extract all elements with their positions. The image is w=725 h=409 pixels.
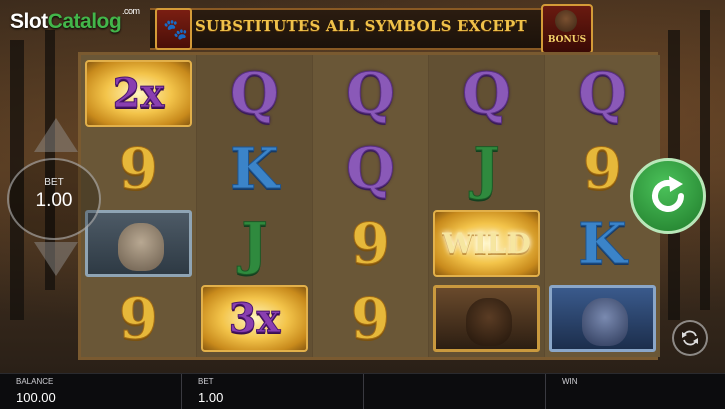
bet-label: BET: [44, 177, 64, 188]
spin-button[interactable]: [630, 158, 706, 234]
autoplay-button[interactable]: [672, 320, 708, 356]
empty-field: [364, 374, 546, 409]
win-field: WIN: [546, 374, 725, 409]
symbol-label: Q: [346, 135, 396, 202]
bottom-bet-label: BET: [198, 377, 214, 386]
symbol-card: 9: [313, 206, 428, 281]
symbol-card: Q: [313, 131, 428, 206]
symbol-card: Q: [197, 56, 312, 131]
symbol-label: WILD: [442, 227, 531, 260]
symbol-label: Q: [346, 60, 396, 127]
bear-head-icon: [466, 298, 512, 346]
bottom-bet-value: 1.00: [198, 390, 224, 405]
reel-3: QQ 9 9: [313, 55, 428, 357]
symbol-label: K: [578, 210, 628, 277]
bonus-symbol-icon: BONUS: [541, 4, 593, 54]
balance-value: 100.00: [16, 390, 56, 405]
bet-selector[interactable]: BET 1.00: [7, 158, 101, 240]
symbol-label: 3x: [228, 295, 281, 343]
symbol-label: 9: [119, 135, 159, 202]
symbol-wolf: [545, 281, 660, 356]
symbol-card: Q: [545, 56, 660, 131]
symbol-label: 9: [119, 285, 159, 352]
symbol-multiplier: 2x: [81, 56, 196, 131]
wolf-icon: [549, 285, 656, 352]
spin-arrow-icon: [652, 176, 684, 212]
reel-4: Q J WILD: [429, 55, 544, 357]
watermark-logo: SlotCatalog .com: [10, 6, 140, 33]
symbol-label: K: [230, 135, 280, 202]
bonus-label: BONUS: [547, 35, 587, 45]
paw-icon: 🐾: [155, 8, 192, 50]
bet-field: BET 1.00: [182, 374, 364, 409]
bet-increase-arrow-icon[interactable]: [34, 118, 78, 152]
bottom-status-bar: BALANCE 100.00 BET 1.00 WIN: [0, 373, 725, 409]
bear-icon: [433, 285, 540, 352]
tree-trunk: [700, 10, 710, 310]
wolf-head-icon: [582, 298, 628, 346]
bet-decrease-arrow-icon[interactable]: [34, 242, 78, 276]
symbol-multiplier: 3x: [197, 281, 312, 356]
balance-field: BALANCE 100.00: [0, 374, 182, 409]
symbol-label: Q: [578, 60, 628, 127]
symbol-label: 9: [351, 285, 391, 352]
symbol-bear: [429, 281, 544, 356]
symbol-card: 9: [81, 281, 196, 356]
lynx-head-icon: [118, 223, 164, 271]
reel-2: Q K J 3x: [197, 55, 312, 357]
symbol-label: 2x: [112, 70, 165, 118]
bear-icon: [555, 10, 577, 32]
balance-label: BALANCE: [16, 377, 54, 386]
banner-text: SUBSTITUTES ALL SYMBOLS EXCEPT: [195, 17, 527, 35]
symbol-label: Q: [230, 60, 280, 127]
symbol-label: J: [241, 210, 268, 277]
autoplay-icon: [682, 330, 698, 346]
symbol-label: 9: [583, 135, 623, 202]
symbol-card: J: [197, 206, 312, 281]
symbol-label: J: [473, 135, 500, 202]
lynx-icon: [85, 210, 192, 277]
symbol-lynx: [81, 206, 196, 281]
symbol-label: 9: [351, 210, 391, 277]
symbol-card: K: [197, 131, 312, 206]
symbol-label: Q: [462, 60, 512, 127]
symbol-card: 9: [313, 281, 428, 356]
symbol-card: J: [429, 131, 544, 206]
win-label: WIN: [562, 377, 578, 386]
symbol-wild: WILD: [429, 206, 544, 281]
reel-grid: 2x 9 9 Q K J 3x Q Q 9 9 Q J WILD Q 9 K: [78, 52, 660, 360]
symbol-card: Q: [313, 56, 428, 131]
bet-value: 1.00: [35, 190, 73, 211]
symbol-card: Q: [429, 56, 544, 131]
